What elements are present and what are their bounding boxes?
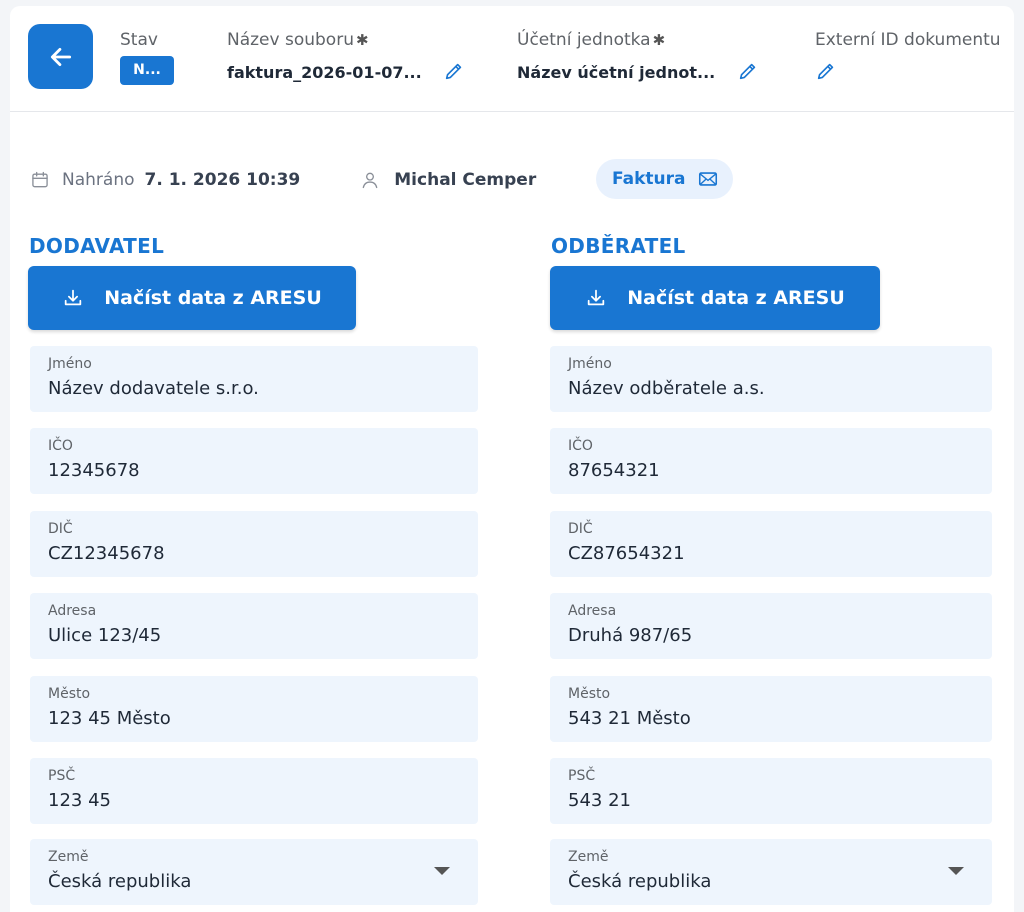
status-label: Stav	[120, 30, 158, 50]
supplier-load-ares-button[interactable]: Načíst data z ARESU	[28, 266, 356, 330]
supplier-address-field[interactable]: Adresa Ulice 123/45	[30, 593, 478, 659]
accounting-unit-field: Účetní jednotka ✱ Název účetní jednot...	[517, 30, 761, 84]
field-value: Název dodavatele s.r.o.	[48, 378, 259, 399]
document-detail-page: Stav N... Název souboru ✱ faktura_2026-01…	[10, 6, 1014, 912]
edit-external-id-pencil-icon[interactable]	[815, 60, 839, 84]
dropdown-caret-icon	[434, 867, 450, 875]
customer-zip-field[interactable]: PSČ 543 21	[550, 758, 992, 824]
external-id-label: Externí ID dokumentu	[815, 30, 1001, 50]
customer-dic-field[interactable]: DIČ CZ87654321	[550, 511, 992, 577]
field-label: Země	[48, 849, 89, 865]
upload-info: Nahráno 7. 1. 2026 10:39	[30, 170, 300, 190]
field-value: Česká republika	[568, 871, 712, 892]
field-value: CZ12345678	[48, 543, 165, 564]
field-label: PSČ	[48, 768, 76, 784]
download-icon	[65, 289, 82, 306]
uploader-name: Michal Cemper	[394, 170, 537, 190]
document-type-label: Faktura	[612, 169, 686, 189]
uploaded-date: 7. 1. 2026 10:39	[144, 170, 301, 190]
field-value: 123 45 Město	[48, 708, 171, 729]
field-label: Jméno	[568, 356, 612, 372]
field-value: 123 45	[48, 790, 111, 811]
accounting-unit-value-row: Název účetní jednot...	[517, 60, 761, 84]
accounting-unit-label: Účetní jednotka ✱	[517, 30, 666, 50]
external-id-field: Externí ID dokumentu	[815, 30, 1001, 84]
user-icon	[362, 172, 378, 189]
field-label: Město	[48, 686, 91, 702]
field-value: 543 21	[568, 790, 631, 811]
field-label: DIČ	[48, 521, 73, 537]
edit-filename-pencil-icon[interactable]	[443, 60, 467, 84]
supplier-section: DODAVATEL Načíst data z ARESU Jméno Název…	[28, 234, 478, 905]
status-field: Stav N...	[120, 30, 174, 85]
supplier-name-field[interactable]: Jméno Název dodavatele s.r.o.	[30, 346, 478, 412]
edit-accounting-unit-pencil-icon[interactable]	[737, 60, 761, 84]
arrow-left-icon	[50, 47, 71, 66]
document-type-chip[interactable]: Faktura	[596, 159, 734, 199]
calendar-icon	[32, 171, 48, 188]
status-badge[interactable]: N...	[120, 56, 174, 85]
supplier-zip-field[interactable]: PSČ 123 45	[30, 758, 478, 824]
supplier-country-select[interactable]: Země Česká republika	[30, 839, 478, 905]
upload-meta-row: Nahráno 7. 1. 2026 10:39 Michal Cemper	[30, 162, 536, 198]
field-label: IČO	[568, 438, 593, 454]
filename-label: Název souboru ✱	[227, 30, 369, 50]
field-label: Země	[568, 849, 609, 865]
uploader-info: Michal Cemper	[360, 170, 536, 190]
filename-value-row: faktura_2026-01-07...	[227, 60, 467, 84]
field-value: 543 21 Město	[568, 708, 691, 729]
customer-address-field[interactable]: Adresa Druhá 987/65	[550, 593, 992, 659]
customer-load-ares-button[interactable]: Načíst data z ARESU	[550, 266, 880, 330]
customer-city-field[interactable]: Město 543 21 Město	[550, 676, 992, 742]
customer-title: ODBĚRATEL	[551, 234, 686, 258]
dropdown-caret-icon	[948, 867, 964, 875]
download-icon	[588, 289, 605, 306]
customer-ico-field[interactable]: IČO 87654321	[550, 428, 992, 494]
supplier-ico-field[interactable]: IČO 12345678	[30, 428, 478, 494]
customer-load-ares-label: Načíst data z ARESU	[627, 287, 845, 309]
field-label: Jméno	[48, 356, 92, 372]
customer-section: ODBĚRATEL Načíst data z ARESU Jméno Název…	[550, 234, 1000, 905]
document-header: Stav N... Název souboru ✱ faktura_2026-01…	[10, 6, 1014, 112]
required-mark: ✱	[355, 31, 369, 49]
customer-country-select[interactable]: Země Česká republika	[550, 839, 992, 905]
field-value: Ulice 123/45	[48, 625, 162, 646]
supplier-city-field[interactable]: Město 123 45 Město	[30, 676, 478, 742]
field-label: Adresa	[568, 603, 617, 619]
back-button[interactable]	[28, 24, 93, 89]
filename-value: faktura_2026-01-07...	[227, 62, 422, 82]
uploaded-label: Nahráno	[62, 170, 135, 190]
field-value: CZ87654321	[568, 543, 685, 564]
field-value: 87654321	[568, 460, 660, 481]
supplier-title: DODAVATEL	[29, 234, 165, 258]
external-id-value-row	[815, 60, 1001, 84]
customer-name-field[interactable]: Jméno Název odběratele a.s.	[550, 346, 992, 412]
supplier-dic-field[interactable]: DIČ CZ12345678	[30, 511, 478, 577]
field-value: Název odběratele a.s.	[568, 378, 765, 399]
accounting-unit-value: Název účetní jednot...	[517, 62, 716, 82]
field-label: Adresa	[48, 603, 97, 619]
field-label: Město	[568, 686, 611, 702]
required-mark: ✱	[652, 31, 666, 49]
envelope-icon	[699, 172, 718, 186]
field-label: IČO	[48, 438, 73, 454]
field-label: PSČ	[568, 768, 596, 784]
filename-field: Název souboru ✱ faktura_2026-01-07...	[227, 30, 467, 84]
field-value: 12345678	[48, 460, 140, 481]
field-value: Česká republika	[48, 871, 192, 892]
field-label: DIČ	[568, 521, 593, 537]
field-value: Druhá 987/65	[568, 625, 693, 646]
supplier-load-ares-label: Načíst data z ARESU	[104, 287, 322, 309]
